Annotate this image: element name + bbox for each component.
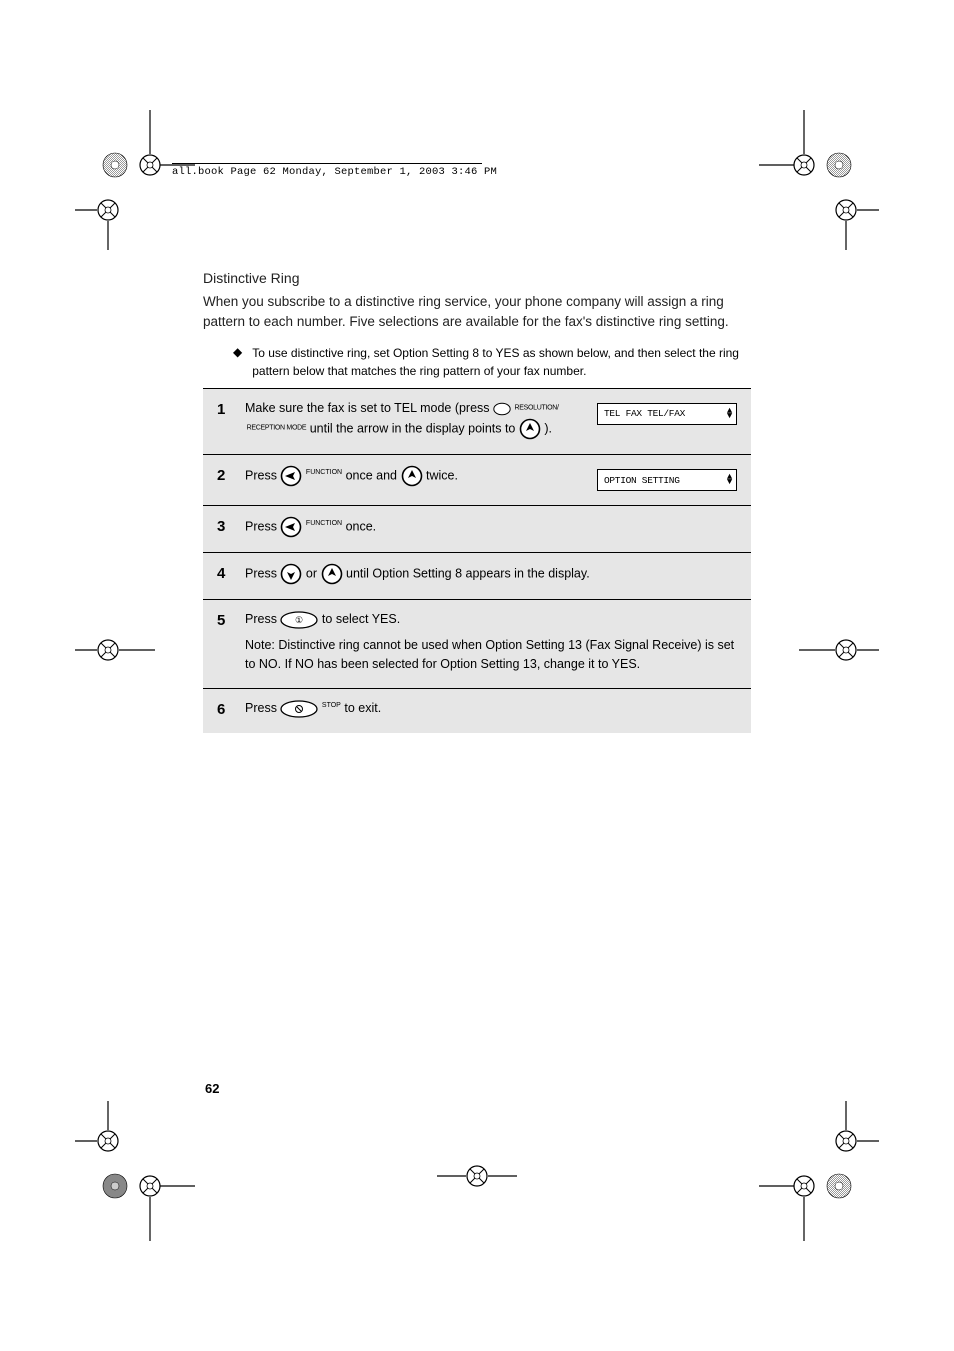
step-number: 2 <box>217 465 231 484</box>
step-6: 6 Press STOP to exit. <box>203 688 751 732</box>
registration-target <box>75 190 155 250</box>
step-5: 5 Press ① to select YES. Note: Distincti… <box>203 599 751 688</box>
section-title: Distinctive Ring <box>203 270 751 286</box>
step-body: Press or until Option Setting 8 appears … <box>245 563 737 585</box>
up-arrow-icon <box>401 465 423 487</box>
step-body: Press STOP to exit. <box>245 699 737 718</box>
stop-button-icon <box>280 700 318 718</box>
page-number: 62 <box>205 1081 219 1096</box>
step-3: 3 Press FUNCTION once. <box>203 505 751 552</box>
resolution-reception-mode-icon <box>493 402 511 416</box>
registration-target <box>75 630 155 670</box>
function-button-icon <box>280 465 302 487</box>
step-number: 5 <box>217 610 231 629</box>
display-box: TEL FAX TEL/FAX ▲▼ <box>597 399 737 425</box>
step-number: 1 <box>217 399 231 418</box>
step-body: Press FUNCTION once and twice. <box>245 465 583 487</box>
step-note: Note: Distinctive ring cannot be used wh… <box>245 636 737 675</box>
bullet-text: To use distinctive ring, set Option Sett… <box>252 345 751 380</box>
function-button-icon <box>280 516 302 538</box>
registration-mark <box>824 150 854 180</box>
down-arrow-icon <box>280 563 302 585</box>
up-arrow-icon <box>519 418 541 440</box>
svg-text:①: ① <box>295 615 303 625</box>
step-body: Make sure the fax is set to TEL mode (pr… <box>245 399 583 440</box>
step-2: 2 Press FUNCTION once and twice. <box>203 454 751 505</box>
step-number: 4 <box>217 563 231 582</box>
step-4: 4 Press or until Option Setting 8 appear… <box>203 552 751 599</box>
step-1: 1 Make sure the fax is set to TEL mode (… <box>203 388 751 454</box>
display-box: OPTION SETTING ▲▼ <box>597 465 737 491</box>
registration-target <box>437 1156 517 1196</box>
step-body: Press ① to select YES. Note: Distinctive… <box>245 610 737 674</box>
file-header-text: all.book Page 62 Monday, September 1, 20… <box>172 163 482 178</box>
registration-mark <box>100 1171 130 1201</box>
registration-target <box>75 1101 155 1161</box>
step-number: 3 <box>217 516 231 535</box>
registration-mark <box>824 1171 854 1201</box>
registration-mark <box>100 150 130 180</box>
registration-target <box>799 1101 879 1161</box>
step-number: 6 <box>217 699 231 718</box>
registration-target <box>799 190 879 250</box>
registration-target <box>799 630 879 670</box>
up-arrow-icon <box>321 563 343 585</box>
arrow-up-down-icon: ▲▼ <box>727 409 732 419</box>
steps-box: 1 Make sure the fax is set to TEL mode (… <box>203 388 751 733</box>
lead-paragraph: When you subscribe to a distinctive ring… <box>203 292 751 331</box>
bullet-diamond-icon: ◆ <box>233 345 242 361</box>
step-body: Press FUNCTION once. <box>245 516 737 538</box>
arrow-up-down-icon: ▲▼ <box>727 475 732 485</box>
key-1-button-icon: ① <box>280 611 318 629</box>
display-text: TEL FAX TEL/FAX <box>604 408 685 419</box>
display-text: OPTION SETTING <box>604 475 680 486</box>
